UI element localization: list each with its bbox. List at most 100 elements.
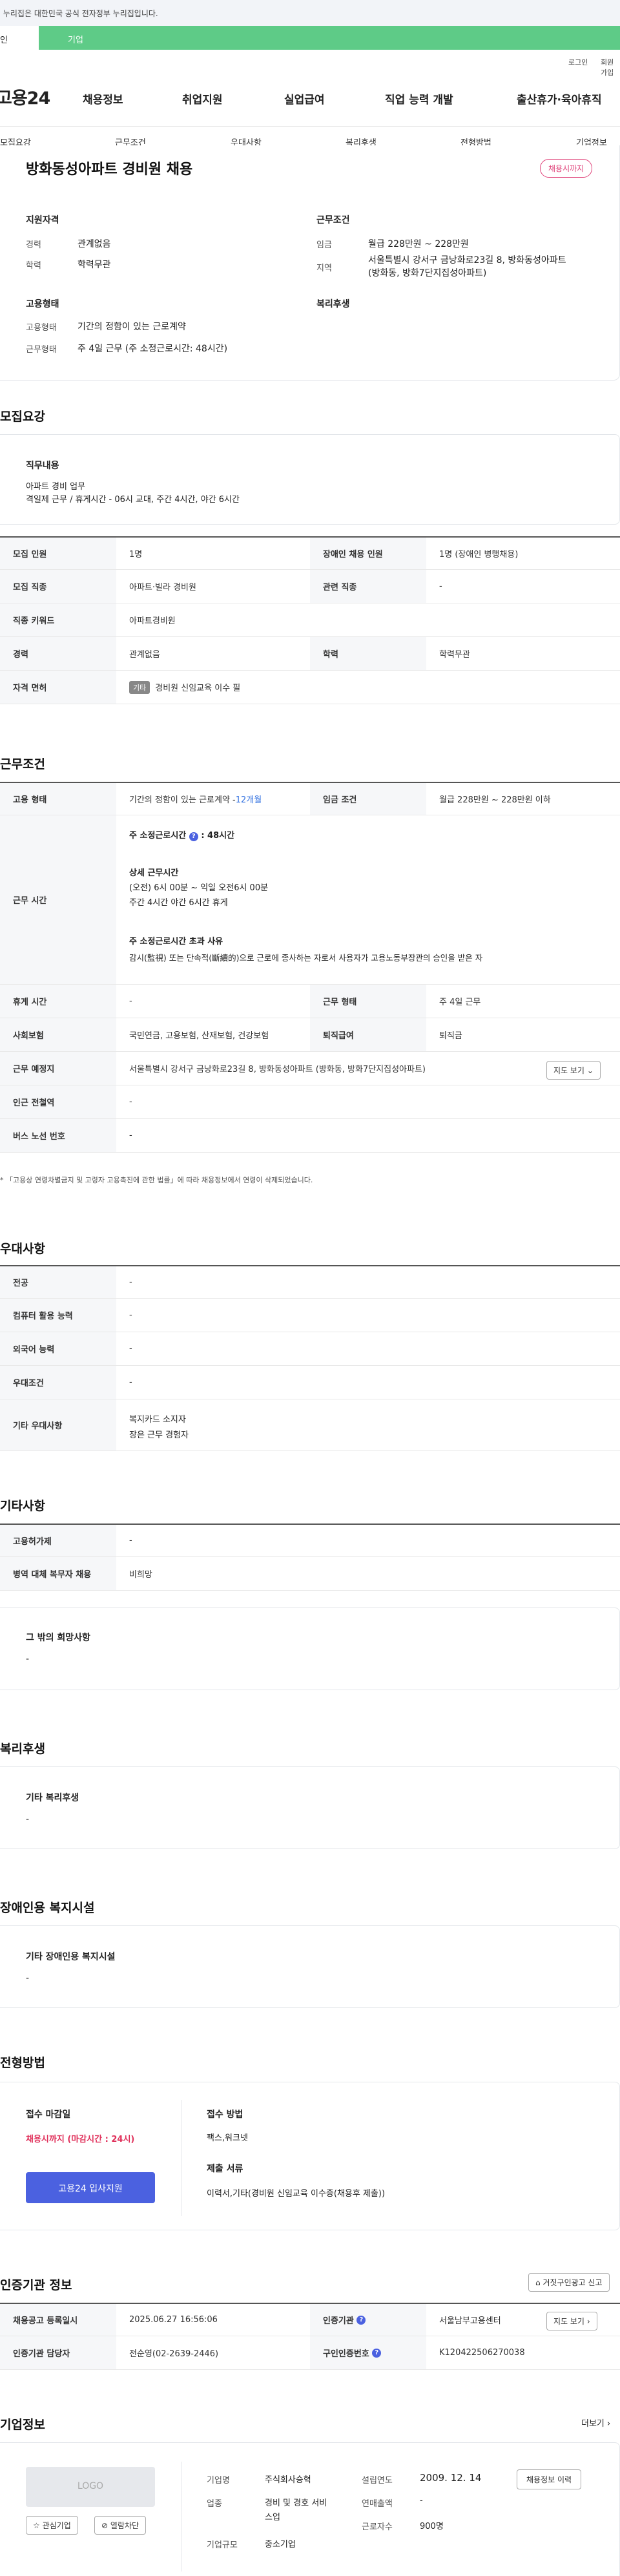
table-header-cell: 구인인증번호 ? (310, 2336, 426, 2369)
table-row: 모집 인원 1명 장애인 채용 인원 1명 (장애인 병행채용) (0, 536, 620, 570)
tab-company[interactable]: 기업 (39, 26, 620, 50)
etc-box-title: 그 밖의 희망사항 (26, 1633, 90, 1643)
apply-button[interactable]: 고용24 입사지원 (26, 2172, 155, 2203)
education-value: 학력무관 (78, 260, 111, 270)
gnb-item-unemployment[interactable]: 실업급여 (284, 90, 325, 107)
table-cell: 기간의 정함이 있는 근로계약 - 12개월 (129, 783, 310, 815)
chevron-right-icon: › (586, 2317, 590, 2326)
etc-box (0, 1607, 620, 1690)
page-title: 방화동성아파트 경비원 채용 (26, 162, 193, 178)
table-cell: 1명 (129, 550, 143, 560)
block-company-button[interactable]: ⊘ 열람차단 (94, 2516, 147, 2535)
pref-section-title: 우대사항 (0, 1242, 45, 1256)
table-cell: 전순영(02-2639-2446) (129, 2349, 219, 2359)
status-badge: 채용시까지 (540, 159, 593, 178)
company-more-link[interactable]: 더보기 › (581, 2416, 610, 2429)
deadline-value: 채용시까지 (마감시간 : 24시) (26, 2135, 135, 2144)
hours-title-1-text: 주 소정근로시간 (129, 831, 187, 841)
employment-title: 고용형태 (26, 299, 59, 309)
table-cell: 국민연금, 고용보험, 산재보험, 건강보험 (129, 1031, 269, 1041)
gnb-item-employment-support[interactable]: 취업지원 (182, 90, 223, 107)
favorite-company-label: 관심기업 (42, 2521, 71, 2530)
employment-type-text: 기간의 정함이 있는 근로계약 - (129, 795, 236, 805)
table-header-cell: 퇴직급여 (310, 1018, 426, 1051)
gnb-item-training[interactable]: 직업 능력 개발 (385, 90, 453, 107)
table-header-cell: 휴게 시간 (0, 985, 116, 1018)
table-header-cell: 근무 시간 (0, 815, 116, 984)
duty-box (0, 434, 620, 525)
pref-other-line1: 복지카드 소지자 (129, 1415, 186, 1425)
welfare-box-value: - (26, 1814, 30, 1825)
table-header-cell: 사회보험 (0, 1018, 116, 1051)
gov-banner: 이 누리집은 대한민국 공식 전자정부 누리집입니다. (0, 0, 620, 26)
table-header-cell: 고용허가제 (0, 1525, 116, 1556)
table-row: 직종 키워드 아파트경비원 (0, 603, 620, 637)
table-cell: 아파트경비원 (129, 616, 176, 626)
table-header-cell: 경력 (0, 637, 116, 670)
login-link[interactable]: 로그인 (568, 57, 588, 67)
table-row: 외국어 능력 - (0, 1332, 620, 1366)
report-fake-ad-button[interactable]: ⌂ 거짓구인광고 신고 (528, 2273, 610, 2292)
table-header-cell: 근무 예정지 (0, 1052, 116, 1085)
sales-label: 연매출액 (362, 2499, 393, 2509)
table-cell: 아파트·빌라 경비원 (129, 583, 196, 592)
star-icon: ☆ (33, 2521, 40, 2530)
table-cell: 월급 228만원 ~ 228만원 이하 (439, 795, 551, 805)
table-cell: 주 4일 근무 (439, 998, 481, 1007)
hours-title-3: 주 소정근로시간 초과 사유 (129, 937, 223, 947)
table-header-cell: 인증기관 ? (310, 2304, 426, 2336)
industry-value-line1: 경비 및 경호 서비 (265, 2498, 327, 2508)
agency-map-button[interactable]: 지도 보기 › (546, 2312, 597, 2330)
docs-title: 제출 서류 (207, 2164, 243, 2174)
history-button[interactable]: 채용정보 이력 (517, 2469, 582, 2489)
company-section-title: 기업정보 (0, 2418, 45, 2432)
table-cell: - (439, 581, 442, 591)
table-header-cell: 모집 인원 (0, 538, 116, 569)
deadline-title: 접수 마감일 (26, 2110, 71, 2120)
table-row: 모집 직종 아파트·빌라 경비원 관련 직종 - (0, 570, 620, 603)
table-cell: - (129, 1344, 132, 1354)
work-type-label: 근무형태 (26, 345, 57, 355)
hours-line-2b: 주간 4시간 야간 6시간 휴게 (129, 898, 228, 908)
company-name-label: 기업명 (207, 2476, 230, 2486)
tab-person[interactable]: 개인 (0, 26, 39, 50)
table-row: 휴게 시간 - 근무 형태 주 4일 근무 (0, 985, 620, 1018)
info-icon[interactable]: ? (356, 2315, 366, 2325)
table-header-cell: 학력 (310, 637, 426, 670)
gnb-item-parental-leave[interactable]: 출산휴가·육아휴직 (517, 90, 602, 107)
gnb-item-jobs[interactable]: 채용정보 (83, 90, 123, 107)
signup-link[interactable]: 회원가입 (601, 57, 620, 78)
report-fake-ad-label: 거짓구인광고 신고 (542, 2278, 603, 2287)
map-button[interactable]: 지도 보기 ⌄ (546, 1061, 601, 1080)
pref-other-line2: 장은 근무 경험자 (129, 1430, 189, 1440)
table-row: 고용허가제 - (0, 1524, 620, 1557)
license-tag: 기타 (129, 680, 150, 694)
agency-map-label: 지도 보기 (553, 2317, 584, 2326)
block-icon: ⊘ (101, 2521, 108, 2530)
table-cell: 관계없음 (129, 650, 160, 660)
table-header-cell: 채용공고 등록일시 (0, 2304, 116, 2336)
founded-label: 설립연도 (362, 2476, 393, 2486)
method-title: 접수 방법 (207, 2110, 243, 2120)
table-cell: 2025.06.27 16:56:06 (129, 2315, 218, 2325)
top-tab-bar: 개인 기업 (0, 26, 620, 50)
company-more-label: 더보기 (581, 2419, 604, 2429)
info-icon[interactable]: ? (372, 2348, 382, 2358)
favorite-company-button[interactable]: ☆ 관심기업 (26, 2516, 78, 2535)
disability-box (0, 1925, 620, 2008)
table-cell: 서울남부고용센터 (439, 2316, 501, 2326)
table-header-cell: 전공 (0, 1266, 116, 1298)
table-header-cell: 근무 형태 (310, 985, 426, 1018)
table-header-cell: 버스 노선 번호 (0, 1119, 116, 1152)
info-icon[interactable]: ? (189, 832, 198, 841)
agency-label: 인증기관 (323, 2316, 354, 2326)
industry-value-line2: 스업 (265, 2513, 280, 2522)
conditions-title: 근무조건 (316, 215, 350, 225)
site-logo[interactable]: 고용24 (0, 84, 50, 109)
employment-type-label: 고용형태 (26, 323, 57, 333)
table-cell: 퇴직금 (439, 1031, 462, 1041)
table-header-cell: 인근 전철역 (0, 1085, 116, 1118)
table-header-cell: 우대조건 (0, 1366, 116, 1399)
table-header-cell: 관련 직종 (310, 570, 426, 603)
employees-label: 근로자수 (362, 2522, 393, 2532)
